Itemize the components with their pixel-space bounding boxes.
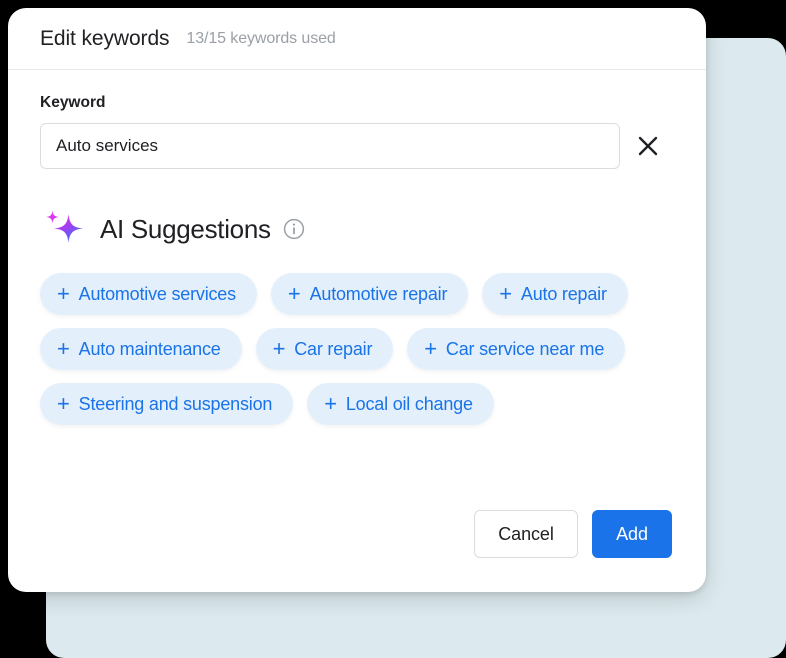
suggestion-chip-label: Automotive services <box>78 283 236 304</box>
cancel-button[interactable]: Cancel <box>474 510 578 558</box>
suggestion-chip-label: Car service near me <box>445 338 605 359</box>
suggestion-chip-label: Steering and suspension <box>78 393 273 414</box>
clear-keyword-button[interactable] <box>626 124 670 168</box>
plus-icon: + <box>424 336 437 361</box>
add-button[interactable]: Add <box>592 510 672 558</box>
suggestion-chip[interactable]: + Local oil change <box>307 383 494 425</box>
close-icon <box>635 133 661 159</box>
ai-suggestions-title: AI Suggestions <box>100 213 271 244</box>
plus-icon: + <box>57 391 70 416</box>
suggestion-chip[interactable]: + Car repair <box>255 328 394 370</box>
suggestion-chip-label: Local oil change <box>345 393 473 414</box>
suggestion-chip-label: Car repair <box>294 338 373 359</box>
ai-suggestions-heading: AI Suggestions <box>40 207 674 251</box>
edit-keywords-dialog: Edit keywords 13/15 keywords used Keywor… <box>8 8 706 592</box>
suggestion-chip[interactable]: + Steering and suspension <box>40 383 294 425</box>
suggestion-chip[interactable]: + Auto repair <box>482 273 628 315</box>
page-title: Edit keywords <box>40 26 170 50</box>
plus-icon: + <box>324 391 337 416</box>
suggestion-chip-label: Auto maintenance <box>78 338 221 359</box>
sparkle-icon <box>42 207 86 251</box>
plus-icon: + <box>57 336 70 361</box>
dialog-body: Keyword Auto services AI Suggestions + A… <box>8 70 706 425</box>
keyword-field-label: Keyword <box>40 94 106 111</box>
screenshot-stage: Edit keywords 13/15 keywords used Keywor… <box>0 0 786 658</box>
suggestion-chip[interactable]: + Auto maintenance <box>40 328 242 370</box>
info-icon[interactable] <box>283 218 305 240</box>
suggestion-chip[interactable]: + Car service near me <box>407 328 626 370</box>
dialog-header: Edit keywords 13/15 keywords used <box>8 8 706 70</box>
suggestion-chip[interactable]: + Automotive services <box>40 273 257 315</box>
suggestion-chip[interactable]: + Automotive repair <box>270 273 469 315</box>
plus-icon: + <box>272 336 286 361</box>
plus-icon: + <box>57 281 70 306</box>
keyword-input-row <box>40 123 674 169</box>
dialog-footer: Cancel Add <box>8 494 706 592</box>
keyword-input[interactable] <box>40 123 620 169</box>
keywords-used-counter: 13/15 keywords used <box>186 29 336 47</box>
suggestion-chip-label: Automotive repair <box>309 283 448 304</box>
plus-icon: + <box>287 281 301 306</box>
suggestion-chip-label: Auto repair <box>520 283 607 304</box>
plus-icon: + <box>499 281 512 306</box>
ai-suggestion-chips: + Automotive services + Automotive repai… <box>40 273 706 425</box>
